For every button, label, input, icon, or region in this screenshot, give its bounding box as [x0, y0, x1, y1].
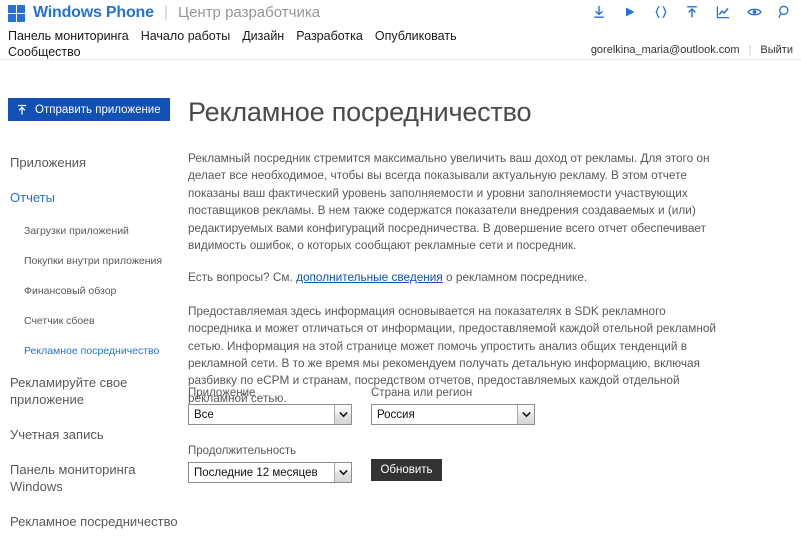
- main-content: Рекламное посредничество Рекламный посре…: [188, 61, 801, 541]
- app-filter-group: Приложение Все: [188, 386, 352, 425]
- country-select[interactable]: Россия: [371, 404, 535, 425]
- upload-icon[interactable]: [684, 4, 700, 20]
- app-window: Windows Phone | Центр разработчика Панел…: [0, 0, 801, 541]
- page-title: Рекламное посредничество: [188, 97, 532, 127]
- nav-item-getting-started[interactable]: Начало работы: [141, 28, 230, 44]
- nav-item-publish[interactable]: Опубликовать: [375, 28, 457, 44]
- chevron-down-icon: [334, 405, 351, 424]
- duration-filter-group: Продолжительность Последние 12 месяцев: [188, 444, 352, 483]
- sidebar-subitem-financial-summary[interactable]: Финансовый обзор: [24, 284, 186, 299]
- code-braces-icon[interactable]: [653, 4, 669, 20]
- duration-filter-label: Продолжительность: [188, 445, 297, 457]
- sidebar-item-windows-dashboard[interactable]: Панель мониторинга Windows: [10, 461, 140, 495]
- sidebar-subitem-crash-counter[interactable]: Счетчик сбоев: [24, 314, 186, 329]
- country-select-value: Россия: [377, 408, 415, 421]
- country-filter-group: Страна или регион Россия: [371, 386, 535, 425]
- duration-select-value: Последние 12 месяцев: [194, 466, 318, 479]
- windows-logo-icon: [8, 5, 25, 22]
- sidebar-item-apps[interactable]: Приложения: [10, 154, 186, 171]
- nav-item-community[interactable]: Сообщество: [8, 44, 81, 60]
- learn-more-link[interactable]: дополнительные сведения: [296, 270, 443, 284]
- site-header: Windows Phone | Центр разработчика Панел…: [0, 0, 801, 60]
- sidebar-item-account[interactable]: Учетная запись: [10, 426, 186, 443]
- brand-subtitle: Центр разработчика: [177, 4, 321, 21]
- help-paragraph: Есть вопросы? См. дополнительные сведени…: [188, 269, 718, 286]
- account-email: gorelkina_maria@outlook.com: [590, 44, 740, 56]
- brand-block[interactable]: Windows Phone | Центр разработчика: [8, 3, 320, 23]
- duration-select[interactable]: Последние 12 месяцев: [188, 462, 352, 483]
- search-icon[interactable]: [777, 4, 793, 20]
- chevron-down-icon: [517, 405, 534, 424]
- play-icon[interactable]: [622, 4, 638, 20]
- nav-item-design[interactable]: Дизайн: [242, 28, 284, 44]
- sidebar-subitem-in-app-purchases[interactable]: Покупки внутри приложения: [24, 254, 186, 269]
- upload-icon: [16, 104, 28, 116]
- sidebar-item-reports[interactable]: Отчеты: [10, 189, 186, 206]
- help-suffix: о рекламном посреднике.: [442, 270, 588, 285]
- sidebar-subitem-app-downloads[interactable]: Загрузки приложений: [24, 224, 186, 239]
- sidebar-item-ad-mediation-bottom[interactable]: Рекламное посредничество: [10, 513, 186, 530]
- help-prefix: Есть вопросы? См.: [188, 270, 297, 285]
- chart-icon[interactable]: [715, 4, 731, 20]
- header-icon-strip: [591, 4, 793, 20]
- intro-paragraph: Рекламный посредник стремится максимальн…: [188, 151, 710, 253]
- nav-item-dashboard[interactable]: Панель мониторинга: [8, 28, 129, 44]
- app-select-value: Все: [194, 408, 214, 421]
- app-filter-label: Приложение: [188, 387, 256, 399]
- submit-app-button-label: Отправить приложение: [35, 103, 161, 116]
- submit-app-button[interactable]: Отправить приложение: [8, 98, 170, 121]
- sidebar-nav: Приложения Отчеты Загрузки приложений По…: [10, 154, 186, 541]
- brand-separator: |: [163, 4, 168, 21]
- nav-item-develop[interactable]: Разработка: [296, 28, 363, 44]
- signout-link[interactable]: Выйти: [760, 43, 793, 57]
- app-select[interactable]: Все: [188, 404, 352, 425]
- chevron-down-icon: [334, 463, 351, 482]
- brand-name: Windows Phone: [33, 4, 154, 21]
- country-filter-label: Страна или регион: [371, 387, 473, 399]
- sidebar-subitem-ad-mediation[interactable]: Рекламное посредничество: [24, 344, 186, 359]
- account-bar: gorelkina_maria@outlook.com | Выйти: [591, 43, 793, 57]
- sidebar-item-advertise-your-app[interactable]: Рекламируйте свое приложение: [10, 374, 140, 408]
- eye-icon[interactable]: [746, 4, 762, 20]
- download-icon[interactable]: [591, 4, 607, 20]
- account-separator: |: [748, 44, 752, 56]
- sidebar: Отправить приложение Приложения Отчеты З…: [0, 61, 186, 541]
- refresh-button[interactable]: Обновить: [371, 459, 442, 481]
- primary-nav: Панель мониторинга Начало работы Дизайн Раз…: [8, 28, 528, 60]
